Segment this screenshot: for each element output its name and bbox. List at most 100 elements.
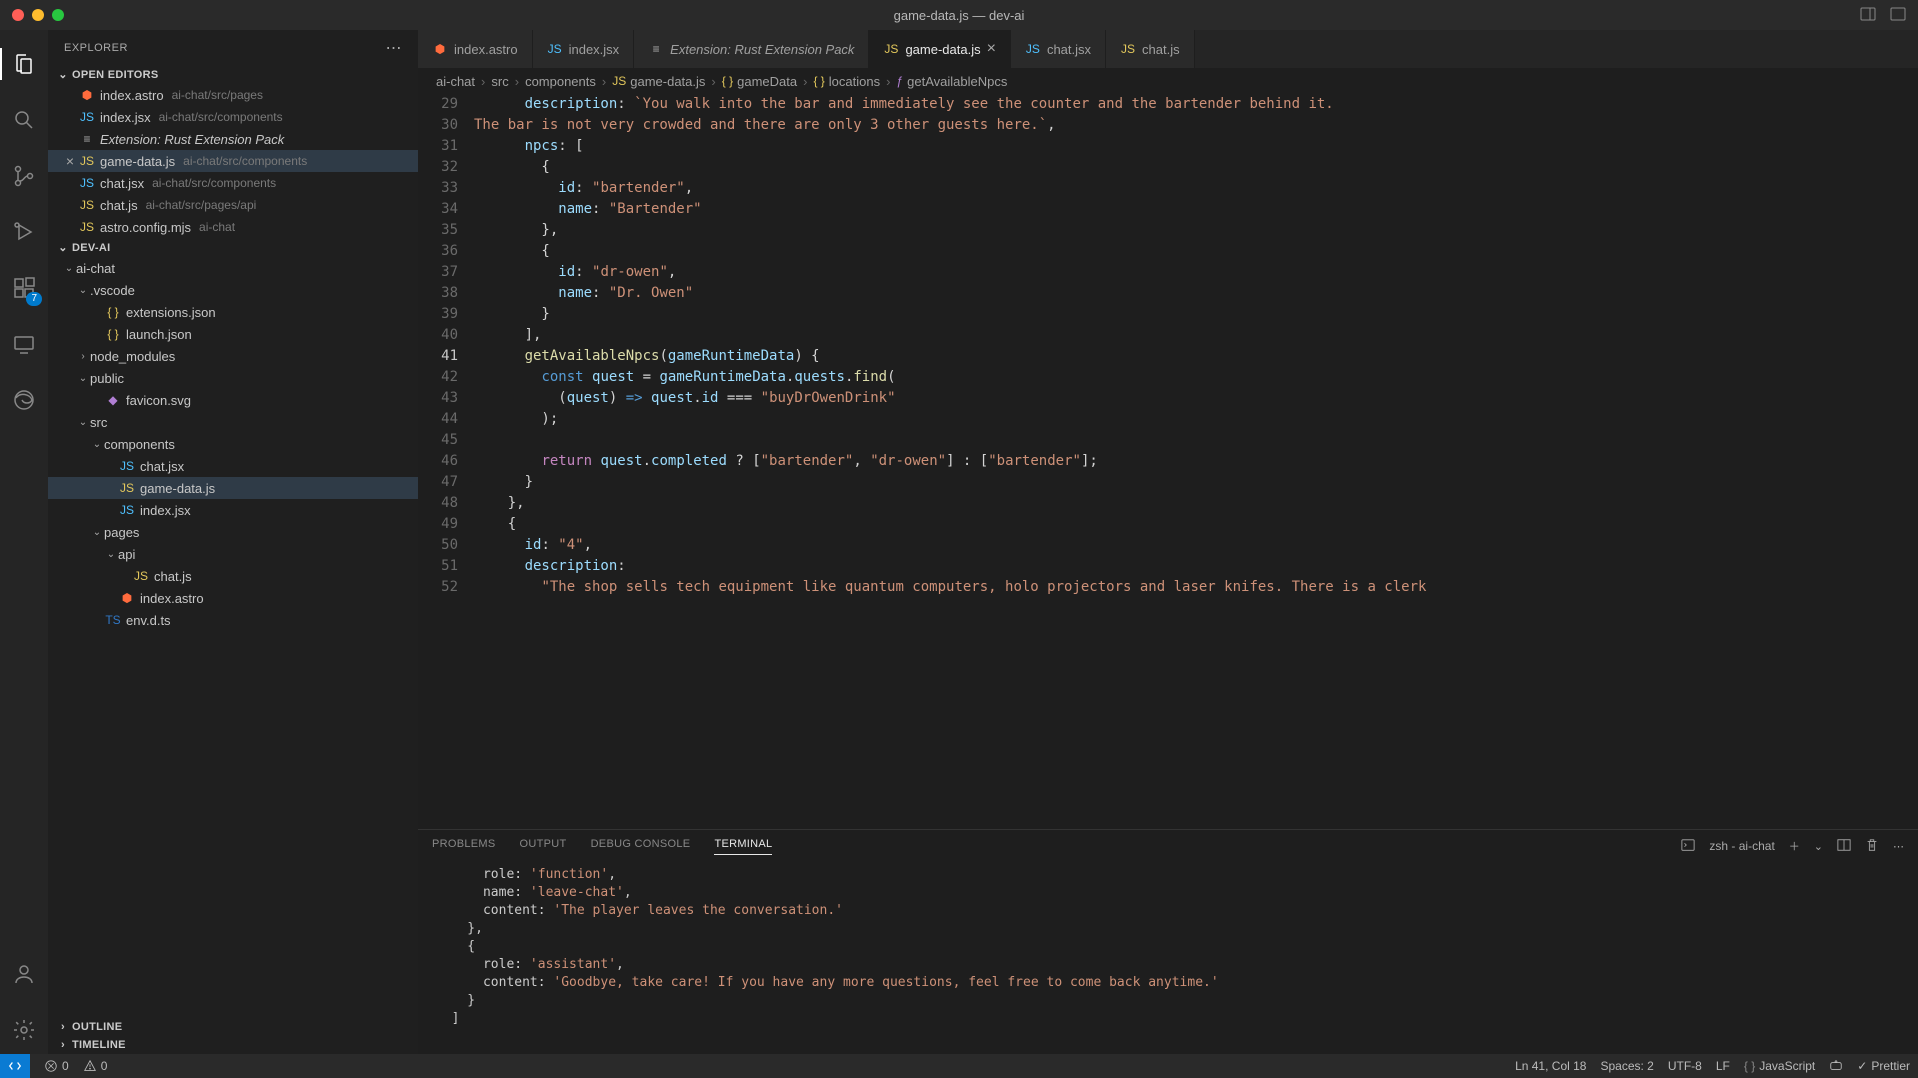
code-line[interactable]: description: `You walk into the bar and … [474, 94, 1918, 115]
folder-item[interactable]: ⌄.vscode [48, 279, 418, 301]
folder-item[interactable]: ›node_modules [48, 345, 418, 367]
status-eol[interactable]: LF [1716, 1059, 1730, 1073]
file-item[interactable]: ◆favicon.svg [48, 389, 418, 411]
editor-tab[interactable]: JSchat.js [1106, 30, 1195, 68]
code-line[interactable]: }, [474, 220, 1918, 241]
panel-tab-output[interactable]: OUTPUT [520, 838, 567, 855]
file-item[interactable]: JSchat.js [48, 565, 418, 587]
code-line[interactable]: return quest.completed ? ["bartender", "… [474, 451, 1918, 472]
code-line[interactable]: { [474, 514, 1918, 535]
folder-item[interactable]: ⌄src [48, 411, 418, 433]
editor-body[interactable]: 2930313233343536373839404142434445464748… [418, 94, 1918, 829]
editor-tab[interactable]: JSgame-data.js× [869, 30, 1011, 68]
terminal-launch-icon[interactable] [1681, 838, 1695, 855]
edge-activity[interactable] [0, 376, 48, 424]
open-editor-item[interactable]: JSindex.jsxai-chat/src/components [48, 106, 418, 128]
window-controls[interactable] [12, 9, 64, 21]
file-item[interactable]: TSenv.d.ts [48, 609, 418, 631]
kill-terminal-icon[interactable] [1865, 838, 1879, 855]
code-line[interactable]: name: "Dr. Owen" [474, 283, 1918, 304]
code-line[interactable]: const quest = gameRuntimeData.quests.fin… [474, 367, 1918, 388]
editor-tab[interactable]: ⬢index.astro [418, 30, 533, 68]
folder-item[interactable]: ⌄pages [48, 521, 418, 543]
code-line[interactable]: } [474, 472, 1918, 493]
folder-item[interactable]: ⌄ai-chat [48, 257, 418, 279]
code-line[interactable]: id: "bartender", [474, 178, 1918, 199]
status-prettier[interactable]: ✓ Prettier [1857, 1059, 1910, 1073]
code-line[interactable]: { [474, 241, 1918, 262]
file-item[interactable]: { }extensions.json [48, 301, 418, 323]
layout-panel-icon[interactable] [1860, 6, 1876, 25]
code-line[interactable]: }, [474, 493, 1918, 514]
layout-customize-icon[interactable] [1890, 6, 1906, 25]
panel-tab-debug-console[interactable]: DEBUG CONSOLE [591, 838, 691, 855]
open-editor-item[interactable]: ⬢index.astroai-chat/src/pages [48, 84, 418, 106]
close-tab-icon[interactable]: × [987, 41, 996, 57]
split-terminal-icon[interactable] [1837, 838, 1851, 855]
open-editor-item[interactable]: ×JSgame-data.jsai-chat/src/components [48, 150, 418, 172]
breadcrumb-segment[interactable]: components [525, 74, 596, 89]
search-activity[interactable] [0, 96, 48, 144]
code-line[interactable]: "The shop sells tech equipment like quan… [474, 577, 1918, 598]
outline-header[interactable]: › OUTLINE [48, 1018, 418, 1036]
timeline-header[interactable]: › TIMELINE [48, 1036, 418, 1054]
code-line[interactable]: (quest) => quest.id === "buyDrOwenDrink" [474, 388, 1918, 409]
code-line[interactable]: ); [474, 409, 1918, 430]
debug-activity[interactable] [0, 208, 48, 256]
open-editors-header[interactable]: ⌄ OPEN EDITORS [48, 65, 418, 84]
code-line[interactable]: The bar is not very crowded and there ar… [474, 115, 1918, 136]
status-feedback-icon[interactable] [1829, 1059, 1843, 1073]
breadcrumbs[interactable]: ai-chat›src›components›JSgame-data.js›{ … [418, 68, 1918, 94]
breadcrumb-segment[interactable]: src [491, 74, 508, 89]
code-line[interactable]: { [474, 157, 1918, 178]
open-editor-item[interactable]: ≡Extension: Rust Extension Pack [48, 128, 418, 150]
file-item[interactable]: { }launch.json [48, 323, 418, 345]
panel-tab-terminal[interactable]: TERMINAL [714, 838, 772, 855]
terminal-output[interactable]: role: 'function', name: 'leave-chat', co… [418, 862, 1918, 1054]
close-icon[interactable]: × [62, 153, 78, 169]
code-line[interactable]: getAvailableNpcs(gameRuntimeData) { [474, 346, 1918, 367]
extensions-activity[interactable]: 7 [0, 264, 48, 312]
terminal-name[interactable]: zsh - ai-chat [1709, 839, 1774, 853]
code-line[interactable]: id: "dr-owen", [474, 262, 1918, 283]
accounts-activity[interactable] [0, 950, 48, 998]
folder-item[interactable]: ⌄api [48, 543, 418, 565]
maximize-window-button[interactable] [52, 9, 64, 21]
breadcrumb-segment[interactable]: locations [829, 74, 880, 89]
open-editor-item[interactable]: JSchat.jsxai-chat/src/components [48, 172, 418, 194]
status-spaces[interactable]: Spaces: 2 [1600, 1059, 1653, 1073]
editor-tab[interactable]: JSindex.jsx [533, 30, 635, 68]
explorer-more-icon[interactable]: ⋯ [386, 38, 403, 58]
code-line[interactable]: name: "Bartender" [474, 199, 1918, 220]
breadcrumb-segment[interactable]: game-data.js [630, 74, 705, 89]
status-cursor[interactable]: Ln 41, Col 18 [1515, 1059, 1586, 1073]
code-line[interactable]: description: [474, 556, 1918, 577]
close-window-button[interactable] [12, 9, 24, 21]
source-control-activity[interactable] [0, 152, 48, 200]
breadcrumb-segment[interactable]: ai-chat [436, 74, 475, 89]
editor-tab[interactable]: ≡Extension: Rust Extension Pack [634, 30, 869, 68]
code-line[interactable]: npcs: [ [474, 136, 1918, 157]
settings-activity[interactable] [0, 1006, 48, 1054]
panel-tab-problems[interactable]: PROBLEMS [432, 838, 496, 855]
remote-activity[interactable] [0, 320, 48, 368]
open-editor-item[interactable]: JSastro.config.mjsai-chat [48, 216, 418, 238]
file-item[interactable]: JSgame-data.js [48, 477, 418, 499]
code-line[interactable]: ], [474, 325, 1918, 346]
code-line[interactable] [474, 430, 1918, 451]
minimize-window-button[interactable] [32, 9, 44, 21]
terminal-dropdown-icon[interactable]: ⌄ [1814, 840, 1823, 853]
code-line[interactable]: } [474, 304, 1918, 325]
open-editor-item[interactable]: JSchat.jsai-chat/src/pages/api [48, 194, 418, 216]
remote-indicator[interactable] [0, 1054, 30, 1078]
status-errors[interactable]: 0 [44, 1059, 69, 1073]
explorer-activity[interactable] [0, 40, 48, 88]
status-encoding[interactable]: UTF-8 [1668, 1059, 1702, 1073]
file-item[interactable]: JSindex.jsx [48, 499, 418, 521]
breadcrumb-segment[interactable]: gameData [737, 74, 797, 89]
file-item[interactable]: ⬢index.astro [48, 587, 418, 609]
folder-item[interactable]: ⌄public [48, 367, 418, 389]
code-line[interactable]: id: "4", [474, 535, 1918, 556]
workspace-header[interactable]: ⌄ DEV-AI [48, 238, 418, 257]
folder-item[interactable]: ⌄components [48, 433, 418, 455]
